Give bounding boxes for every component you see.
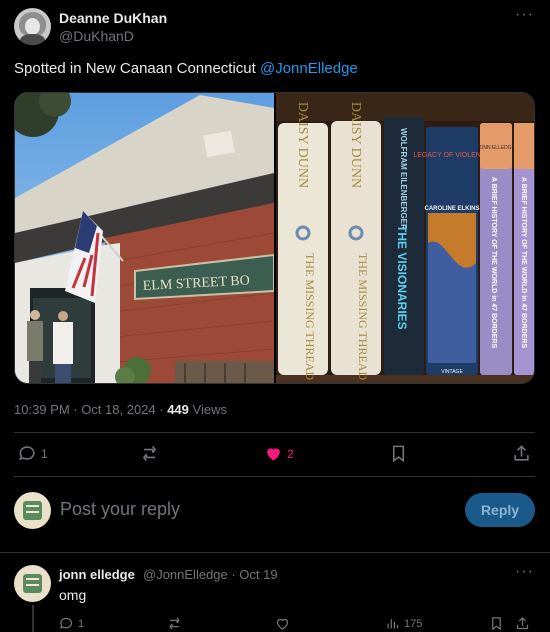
- bookmark-action[interactable]: [389, 444, 408, 463]
- divider: [14, 432, 535, 433]
- comment-views-count: 175: [404, 617, 423, 630]
- share-icon: [516, 616, 529, 630]
- storefront-illustration: ELM STREET BO: [15, 93, 275, 383]
- reply-composer[interactable]: Post your reply Reply: [14, 490, 535, 530]
- book-missing-thread-2: DAISY DUNN THE MISSING THREAD: [331, 102, 381, 380]
- author-avatar[interactable]: [14, 8, 51, 45]
- post-text: Spotted in New Canaan Connecticut @JonnE…: [14, 60, 358, 77]
- views-label: Views: [188, 402, 227, 417]
- analytics-icon: [387, 619, 399, 629]
- share-action[interactable]: [512, 444, 531, 463]
- mention-link[interactable]: @JonnElledge: [260, 60, 358, 77]
- reply-input[interactable]: Post your reply: [60, 499, 180, 520]
- storefront-photo[interactable]: ELM STREET BO: [15, 93, 275, 383]
- more-options-icon[interactable]: ···: [515, 6, 534, 24]
- comment-reply-action[interactable]: 1: [59, 616, 84, 631]
- book4-publisher: VINTAGE: [441, 369, 463, 375]
- share-icon: [514, 445, 529, 461]
- post-actions: 1 2: [14, 444, 535, 466]
- post-meta: 10:39 PM · Oct 18, 2024 · 449 Views: [14, 402, 227, 417]
- comment-text: omg: [59, 587, 87, 603]
- heart-icon: [276, 618, 289, 630]
- author-handle[interactable]: @DuKhanD: [59, 28, 134, 44]
- reply-icon: [59, 617, 73, 629]
- book2-title: THE MISSING THREAD: [356, 253, 370, 380]
- repost-icon: [169, 617, 180, 630]
- book3-title: THE VISIONARIES: [395, 225, 409, 330]
- book-brief-history-1: JONN ELLEDGE A BRIEF HISTORY OF THE WORL…: [477, 123, 516, 375]
- book-missing-thread-1: DAISY DUNN THE MISSING THREAD: [278, 102, 328, 380]
- like-action[interactable]: 2: [264, 444, 294, 463]
- book2-author: DAISY DUNN: [348, 102, 363, 188]
- book4-title: LEGACY OF VIOLENCE: [413, 152, 491, 159]
- timestamp[interactable]: 10:39 PM · Oct 18, 2024 ·: [14, 402, 167, 417]
- comment-more-icon[interactable]: ···: [515, 563, 534, 581]
- reply-action[interactable]: 1: [18, 444, 48, 463]
- post-body: Spotted in New Canaan Connecticut: [14, 60, 260, 77]
- book3-author: WOLFRAM EILENBERGER: [399, 128, 408, 230]
- reply-icon: [19, 446, 35, 461]
- book4-author: CAROLINE ELKINS: [424, 206, 479, 212]
- divider: [14, 476, 535, 477]
- comment-actions: 1 175: [59, 616, 535, 632]
- bookshelf-photo[interactable]: DAISY DUNN THE MISSING THREAD DAISY DUNN…: [276, 93, 534, 383]
- book1-title: THE MISSING THREAD: [303, 253, 317, 380]
- repost-action[interactable]: [140, 444, 163, 463]
- book5-title: A BRIEF HISTORY OF THE WORLD in 47 BORDE…: [490, 177, 497, 348]
- bookshelf-illustration: DAISY DUNN THE MISSING THREAD DAISY DUNN…: [276, 93, 534, 383]
- comment-like-action[interactable]: [275, 616, 290, 631]
- comment-author-handle[interactable]: @JonnElledge · Oct 19: [143, 567, 278, 582]
- author-name[interactable]: Deanne DuKhan: [59, 10, 167, 26]
- like-count: 2: [287, 446, 294, 461]
- book6-title: A BRIEF HISTORY OF THE WORLD in 47 BORDE…: [520, 177, 527, 348]
- comment-bookmark-action[interactable]: [489, 616, 504, 631]
- bookmark-icon: [492, 617, 501, 631]
- comment-views-action[interactable]: 175: [385, 616, 422, 631]
- views-count: 449: [167, 402, 189, 417]
- book5-author: JONN ELLEDGE: [477, 145, 516, 151]
- bookmark-icon: [392, 445, 405, 463]
- comment-author-name[interactable]: jonn elledge: [59, 567, 135, 582]
- book1-author: DAISY DUNN: [295, 102, 310, 188]
- comment-avatar[interactable]: [14, 565, 51, 602]
- thread-line: [32, 605, 34, 632]
- comment-share-action[interactable]: [515, 616, 530, 631]
- book-brief-history-2: A BRIEF HISTORY OF THE WORLD in 47 BORDE…: [514, 123, 534, 375]
- repost-icon: [142, 445, 157, 462]
- comment-repost-action[interactable]: [167, 616, 182, 631]
- post-media[interactable]: ELM STREET BO DAISY DUNN THE MISSING THR…: [14, 92, 535, 384]
- reply-count: 1: [41, 446, 48, 461]
- comment-reply-count: 1: [78, 617, 85, 630]
- heart-icon: [267, 448, 280, 461]
- comment[interactable]: jonn elledge @JonnElledge · Oct 19 ··· o…: [0, 553, 550, 632]
- reply-button[interactable]: Reply: [465, 493, 535, 527]
- reply-avatar[interactable]: [14, 492, 51, 529]
